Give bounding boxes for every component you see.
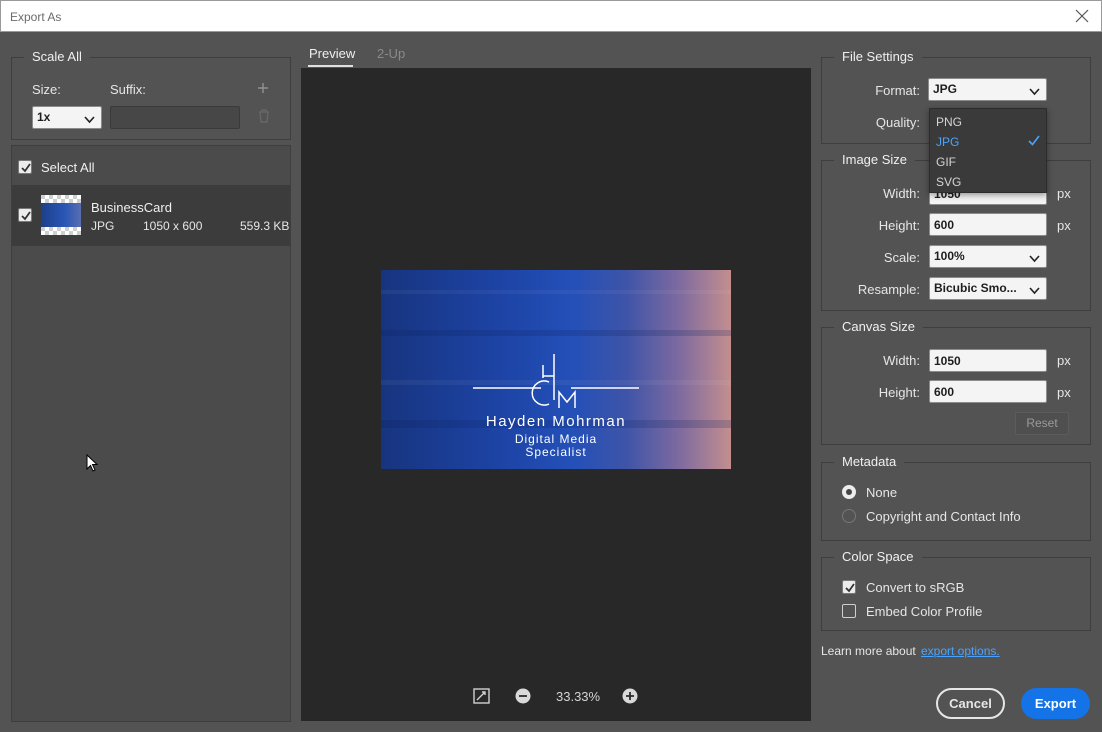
- image-height-label: Height:: [878, 218, 920, 233]
- format-select-value: JPG: [933, 82, 958, 96]
- size-label: Size:: [32, 82, 61, 97]
- asset-thumbnail: [41, 195, 81, 235]
- canvas-width-input[interactable]: 1050: [929, 349, 1047, 372]
- chevron-down-icon: [1029, 85, 1040, 96]
- learn-more-text: Learn more about: [821, 644, 916, 658]
- select-all-checkbox[interactable]: [18, 160, 32, 174]
- select-all-label: Select All: [41, 160, 95, 175]
- resample-select-value: Bicubic Smo...: [934, 281, 1017, 295]
- window-title: Export As: [10, 10, 62, 24]
- cancel-button[interactable]: Cancel: [936, 688, 1005, 719]
- convert-srgb-checkbox[interactable]: [842, 580, 856, 594]
- zoom-level: 33.33%: [556, 689, 601, 704]
- convert-srgb-label: Convert to sRGB: [866, 580, 965, 595]
- asset-filesize: 559.3 KB: [240, 219, 290, 233]
- asset-list: Select All BusinessCard JPG 1050 x 600 5…: [11, 145, 291, 722]
- close-icon[interactable]: [1073, 7, 1091, 25]
- format-label: Format:: [875, 83, 920, 98]
- color-space-title: Color Space: [834, 549, 922, 564]
- image-width-label: Width:: [883, 186, 920, 201]
- zoom-out-icon[interactable]: [515, 688, 531, 704]
- canvas-height-unit: px: [1057, 385, 1071, 400]
- embed-profile-label: Embed Color Profile: [866, 604, 983, 619]
- mouse-cursor-icon: [86, 453, 99, 473]
- resample-select[interactable]: Bicubic Smo...: [929, 277, 1047, 300]
- metadata-copyright-radio[interactable]: [842, 509, 856, 523]
- zoom-in-icon[interactable]: [622, 688, 638, 704]
- asset-dimensions: 1050 x 600: [143, 219, 203, 233]
- chevron-down-icon: [1029, 252, 1040, 263]
- metadata-title: Metadata: [834, 454, 905, 469]
- card-title-line-2: Specialist: [525, 445, 587, 459]
- asset-checkbox[interactable]: [18, 208, 32, 222]
- scale-select-value: 100%: [934, 249, 965, 263]
- title-bar: Export As: [0, 0, 1102, 32]
- metadata-copyright-label: Copyright and Contact Info: [866, 509, 1021, 524]
- export-button[interactable]: Export: [1021, 688, 1090, 719]
- export-dialog: Scale All Size: Suffix: 1x Select All Bu…: [0, 32, 1102, 732]
- reset-button[interactable]: Reset: [1015, 412, 1069, 435]
- metadata-none-label: None: [866, 485, 898, 500]
- chevron-down-icon: [1029, 284, 1040, 295]
- image-height-unit: px: [1057, 218, 1071, 233]
- asset-row[interactable]: BusinessCard JPG 1050 x 600 559.3 KB: [12, 185, 290, 246]
- scale-label: Scale:: [883, 250, 920, 265]
- asset-name: BusinessCard: [91, 200, 172, 215]
- format-option-png[interactable]: PNG: [936, 115, 962, 129]
- canvas-height-input[interactable]: 600: [929, 380, 1047, 403]
- format-dropdown-menu: PNG JPG GIF SVG: [929, 108, 1047, 193]
- add-icon[interactable]: [257, 82, 269, 94]
- export-options-link[interactable]: export options.: [921, 644, 1000, 658]
- scale-all-title: Scale All: [24, 49, 90, 64]
- format-option-gif[interactable]: GIF: [936, 155, 956, 169]
- size-select[interactable]: 1x: [32, 106, 102, 129]
- format-option-svg[interactable]: SVG: [936, 175, 961, 189]
- active-tab-indicator: [308, 65, 353, 67]
- metadata-group: Metadata: [821, 454, 1091, 541]
- scale-select[interactable]: 100%: [929, 245, 1047, 268]
- format-select[interactable]: JPG: [928, 78, 1047, 101]
- card-name: Hayden Mohrman: [485, 413, 627, 430]
- preview-canvas[interactable]: Hayden Mohrman Digital Media Specialist …: [301, 68, 811, 721]
- format-option-jpg[interactable]: JPG: [936, 135, 959, 149]
- asset-format: JPG: [91, 219, 115, 233]
- canvas-width-unit: px: [1057, 353, 1071, 368]
- image-size-title: Image Size: [834, 152, 916, 167]
- preview-image: Hayden Mohrman Digital Media Specialist: [381, 270, 731, 469]
- metadata-none-radio[interactable]: [842, 485, 856, 499]
- embed-profile-checkbox[interactable]: [842, 604, 856, 618]
- quality-label: Quality:: [875, 115, 920, 130]
- checkmark-icon: [1028, 134, 1040, 149]
- resample-label: Resample:: [857, 282, 920, 297]
- canvas-height-label: Height:: [878, 385, 920, 400]
- file-settings-title: File Settings: [834, 49, 922, 64]
- scale-all-group: Scale All Size: Suffix: 1x: [11, 49, 291, 140]
- chevron-down-icon: [84, 113, 95, 124]
- trash-icon[interactable]: [258, 109, 270, 123]
- suffix-input[interactable]: [110, 106, 240, 129]
- canvas-width-label: Width:: [883, 353, 920, 368]
- size-select-value: 1x: [37, 110, 51, 124]
- image-height-input[interactable]: 600: [929, 213, 1047, 236]
- image-width-unit: px: [1057, 186, 1071, 201]
- fit-to-screen-icon[interactable]: [473, 688, 490, 704]
- canvas-size-title: Canvas Size: [834, 319, 923, 334]
- suffix-label: Suffix:: [110, 82, 146, 97]
- tab-2-up[interactable]: 2-Up: [377, 46, 405, 61]
- tab-preview[interactable]: Preview: [309, 46, 355, 61]
- card-title-line-1: Digital Media: [514, 432, 598, 446]
